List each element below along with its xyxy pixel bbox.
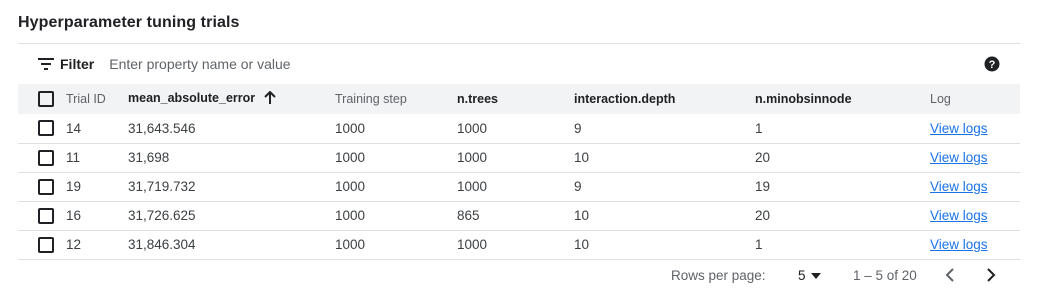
select-all-checkbox[interactable] bbox=[38, 91, 54, 107]
n-trees-cell: 1000 bbox=[457, 237, 488, 252]
training-step-cell: 1000 bbox=[335, 237, 366, 252]
interaction-depth-cell: 9 bbox=[574, 179, 582, 194]
view-logs-link[interactable]: View logs bbox=[930, 208, 988, 223]
table-row: 11 31,698 1000 1000 10 20 View logs bbox=[18, 143, 1020, 172]
training-step-cell: 1000 bbox=[335, 208, 366, 223]
filter-bar: Filter ? bbox=[18, 44, 1020, 84]
pagination-range: 1 – 5 of 20 bbox=[853, 268, 917, 283]
column-header-log: Log bbox=[930, 92, 951, 106]
pagination-bar: Rows per page: 5 1 – 5 of 20 bbox=[18, 260, 1020, 290]
interaction-depth-cell: 10 bbox=[574, 150, 590, 165]
view-logs-link[interactable]: View logs bbox=[930, 150, 988, 165]
mae-cell: 31,643.546 bbox=[128, 120, 196, 136]
svg-text:?: ? bbox=[989, 59, 996, 71]
column-header-interaction-depth[interactable]: interaction.depth bbox=[574, 84, 755, 114]
chevron-left-icon[interactable] bbox=[942, 267, 958, 283]
row-checkbox[interactable] bbox=[38, 178, 54, 195]
training-step-cell: 1000 bbox=[335, 120, 366, 136]
view-logs-link[interactable]: View logs bbox=[930, 121, 988, 136]
table-row: 14 31,643.546 1000 1000 9 1 View logs bbox=[18, 114, 1020, 143]
trials-table: Trial ID mean_absolute_error Training st… bbox=[18, 84, 1020, 260]
training-step-cell: 1000 bbox=[335, 179, 366, 194]
table-row: 12 31,846.304 1000 1000 10 1 View logs bbox=[18, 230, 1020, 259]
rows-per-page-label: Rows per page: bbox=[671, 268, 766, 283]
trial-id-cell: 14 bbox=[66, 120, 82, 136]
interaction-depth-cell: 10 bbox=[574, 208, 590, 223]
trial-id-cell: 16 bbox=[66, 208, 82, 223]
column-header-training-step[interactable]: Training step bbox=[335, 84, 457, 114]
interaction-depth-cell: 10 bbox=[574, 237, 590, 252]
n-minobsinnode-cell: 20 bbox=[755, 150, 771, 165]
n-minobsinnode-cell: 20 bbox=[755, 208, 771, 223]
trial-id-cell: 11 bbox=[66, 150, 81, 165]
n-minobsinnode-cell: 19 bbox=[755, 179, 771, 194]
filter-label[interactable]: Filter bbox=[60, 56, 94, 72]
column-header-trial-id[interactable]: Trial ID bbox=[66, 84, 128, 114]
trial-id-cell: 19 bbox=[66, 179, 82, 194]
mae-cell: 31,846.304 bbox=[128, 237, 196, 252]
column-header-n-trees[interactable]: n.trees bbox=[457, 84, 574, 114]
arrow-drop-down-icon bbox=[810, 272, 821, 279]
row-checkbox[interactable] bbox=[38, 207, 54, 224]
filter-input[interactable] bbox=[107, 55, 708, 73]
n-minobsinnode-cell: 1 bbox=[755, 237, 763, 252]
view-logs-link[interactable]: View logs bbox=[930, 237, 988, 252]
column-header-n-minobsinnode[interactable]: n.minobsinnode bbox=[755, 84, 930, 114]
chevron-right-icon[interactable] bbox=[983, 267, 999, 283]
training-step-cell: 1000 bbox=[335, 150, 366, 165]
column-header-mae-label: mean_absolute_error bbox=[128, 90, 256, 105]
n-trees-cell: 1000 bbox=[457, 150, 488, 165]
view-logs-link[interactable]: View logs bbox=[930, 179, 988, 194]
rows-per-page-value: 5 bbox=[798, 268, 806, 283]
page-title: Hyperparameter tuning trials bbox=[18, 14, 240, 31]
table-row: 16 31,726.625 1000 865 10 20 View logs bbox=[18, 201, 1020, 230]
row-checkbox[interactable] bbox=[38, 149, 54, 166]
table-row: 19 31,719.732 1000 1000 9 19 View logs bbox=[18, 172, 1020, 201]
mae-cell: 31,726.625 bbox=[128, 208, 196, 223]
n-trees-cell: 1000 bbox=[457, 120, 488, 136]
mae-cell: 31,698 bbox=[128, 150, 170, 165]
help-icon[interactable]: ? bbox=[984, 56, 1000, 72]
trial-id-cell: 12 bbox=[66, 237, 82, 252]
n-trees-cell: 865 bbox=[457, 208, 480, 223]
table-header-row: Trial ID mean_absolute_error Training st… bbox=[18, 84, 1020, 114]
row-checkbox[interactable] bbox=[38, 236, 54, 253]
n-trees-cell: 1000 bbox=[457, 179, 488, 194]
interaction-depth-cell: 9 bbox=[574, 120, 582, 136]
row-checkbox[interactable] bbox=[38, 120, 54, 137]
rows-per-page-select[interactable]: 5 bbox=[798, 268, 822, 283]
mae-cell: 31,719.732 bbox=[128, 179, 196, 194]
filter-list-icon[interactable] bbox=[38, 57, 54, 71]
column-header-mean-absolute-error[interactable]: mean_absolute_error bbox=[128, 84, 335, 114]
n-minobsinnode-cell: 1 bbox=[755, 120, 763, 136]
arrow-upward-icon[interactable] bbox=[263, 90, 277, 108]
